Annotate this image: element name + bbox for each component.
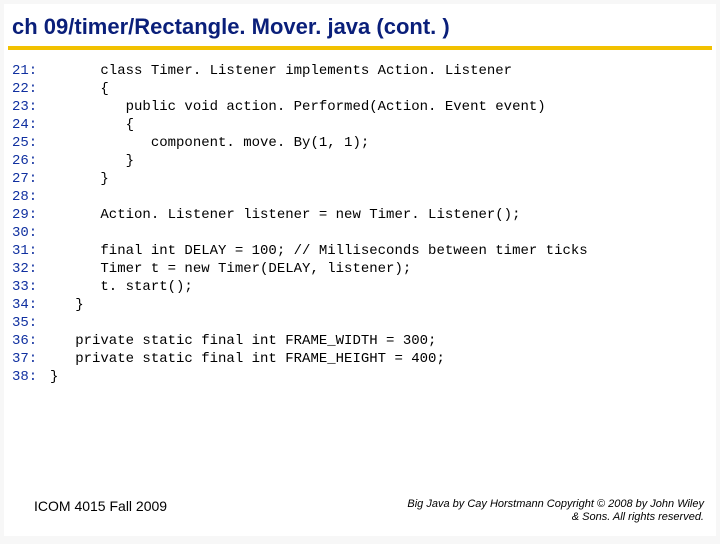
code-line: 38:} [12,368,708,386]
code-line: 30: [12,224,708,242]
code-text: Action. Listener listener = new Timer. L… [50,206,708,224]
line-number: 30: [12,224,50,242]
code-text [50,224,708,242]
code-text: { [50,80,708,98]
code-line: 21: class Timer. Listener implements Act… [12,62,708,80]
code-line: 26: } [12,152,708,170]
line-number: 26: [12,152,50,170]
code-line: 34: } [12,296,708,314]
code-text: public void action. Performed(Action. Ev… [50,98,708,116]
code-line: 28: [12,188,708,206]
code-text [50,314,708,332]
code-text: component. move. By(1, 1); [50,134,708,152]
line-number: 24: [12,116,50,134]
line-number: 35: [12,314,50,332]
line-number: 32: [12,260,50,278]
title-rule [8,46,712,50]
line-number: 31: [12,242,50,260]
line-number: 23: [12,98,50,116]
code-line: 36: private static final int FRAME_WIDTH… [12,332,708,350]
code-line: 24: { [12,116,708,134]
code-line: 32: Timer t = new Timer(DELAY, listener)… [12,260,708,278]
code-line: 31: final int DELAY = 100; // Millisecon… [12,242,708,260]
code-text [50,188,708,206]
code-text: } [50,296,708,314]
line-number: 34: [12,296,50,314]
code-block: 21: class Timer. Listener implements Act… [4,58,716,386]
line-number: 25: [12,134,50,152]
code-text: private static final int FRAME_WIDTH = 3… [50,332,708,350]
code-text: } [50,368,708,386]
line-number: 37: [12,350,50,368]
line-number: 29: [12,206,50,224]
code-text: Timer t = new Timer(DELAY, listener); [50,260,708,278]
code-text: } [50,152,708,170]
copyright-line2: & Sons. All rights reserved. [407,511,704,524]
code-line: 33: t. start(); [12,278,708,296]
line-number: 38: [12,368,50,386]
line-number: 21: [12,62,50,80]
code-line: 29: Action. Listener listener = new Time… [12,206,708,224]
code-text: private static final int FRAME_HEIGHT = … [50,350,708,368]
code-text: class Timer. Listener implements Action.… [50,62,708,80]
line-number: 27: [12,170,50,188]
code-text: { [50,116,708,134]
code-line: 22: { [12,80,708,98]
slide: ch 09/timer/Rectangle. Mover. java (cont… [4,4,716,536]
code-text: final int DELAY = 100; // Milliseconds b… [50,242,708,260]
code-line: 25: component. move. By(1, 1); [12,134,708,152]
code-line: 37: private static final int FRAME_HEIGH… [12,350,708,368]
line-number: 28: [12,188,50,206]
code-line: 27: } [12,170,708,188]
line-number: 22: [12,80,50,98]
code-line: 35: [12,314,708,332]
line-number: 33: [12,278,50,296]
page-title: ch 09/timer/Rectangle. Mover. java (cont… [4,4,716,46]
code-text: t. start(); [50,278,708,296]
copyright-line1: Big Java by Cay Horstmann Copyright © 20… [407,498,704,511]
code-text: } [50,170,708,188]
footer-left: ICOM 4015 Fall 2009 [34,498,167,514]
code-line: 23: public void action. Performed(Action… [12,98,708,116]
line-number: 36: [12,332,50,350]
footer-right: Big Java by Cay Horstmann Copyright © 20… [407,498,704,524]
